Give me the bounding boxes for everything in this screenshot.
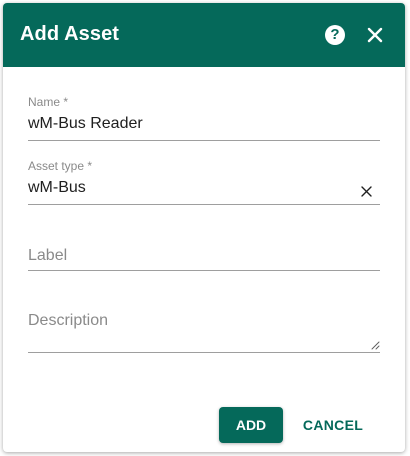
- cancel-button[interactable]: CANCEL: [295, 407, 371, 443]
- description-field[interactable]: Description: [28, 289, 380, 355]
- add-button[interactable]: ADD: [219, 407, 283, 443]
- close-icon[interactable]: [367, 27, 383, 43]
- asset-type-input[interactable]: wM-Bus: [28, 179, 86, 197]
- add-asset-dialog: Add Asset ? Name * wM-Bus Reader Asset t…: [3, 3, 405, 452]
- clear-icon[interactable]: [361, 186, 372, 197]
- description-textarea[interactable]: Description: [28, 312, 108, 330]
- resize-handle-icon[interactable]: [371, 341, 380, 350]
- help-icon[interactable]: ?: [325, 25, 345, 45]
- name-underline: [28, 140, 380, 141]
- dialog-title: Add Asset: [20, 23, 120, 45]
- label-underline: [28, 270, 380, 271]
- label-field[interactable]: Label: [28, 223, 380, 273]
- name-input[interactable]: wM-Bus Reader: [28, 115, 143, 133]
- description-underline: [28, 352, 380, 353]
- asset-type-underline: [28, 204, 380, 205]
- dialog-header: Add Asset ?: [3, 3, 405, 67]
- asset-type-field[interactable]: Asset type * wM-Bus: [28, 157, 380, 207]
- name-field[interactable]: Name * wM-Bus Reader: [28, 93, 380, 143]
- label-input[interactable]: Label: [28, 247, 67, 265]
- name-field-label: Name *: [28, 95, 69, 109]
- asset-type-label: Asset type *: [28, 159, 93, 173]
